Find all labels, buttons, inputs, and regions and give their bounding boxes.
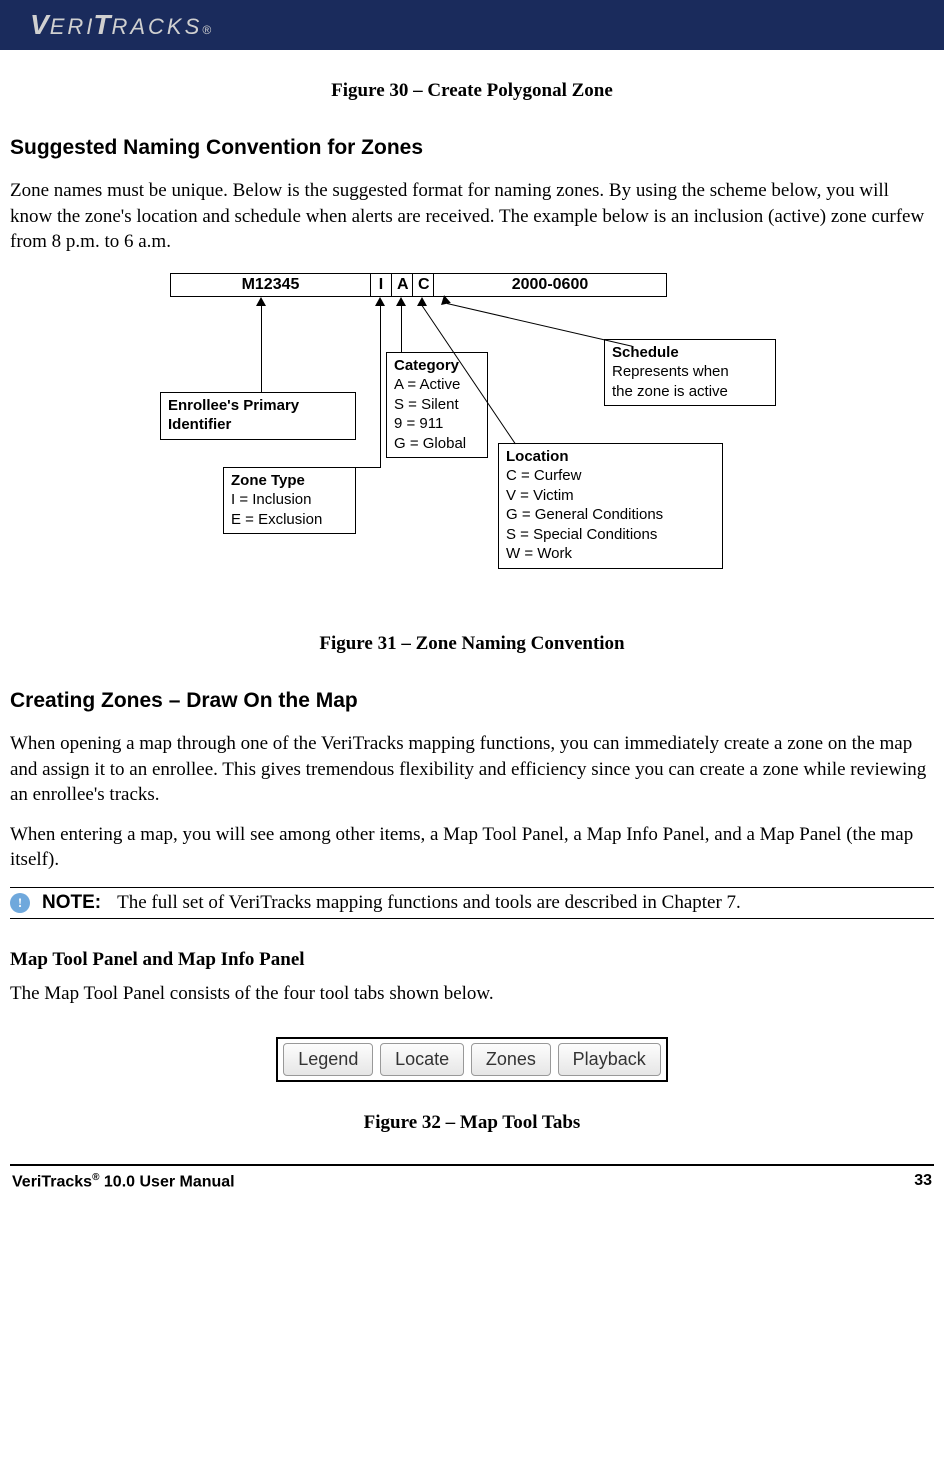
callout-enrollee: Enrollee's Primary Identifier <box>160 392 356 440</box>
section-creating-heading: Creating Zones – Draw On the Map <box>10 689 934 713</box>
cell-category: A <box>391 273 412 297</box>
zone-naming-diagram: M12345 I A C 2000-0600 Enrollee's Primar… <box>10 273 934 603</box>
footer-left: VeriTracks® 10.0 User Manual <box>12 1172 235 1191</box>
callout-zone-type: Zone Type I = Inclusion E = Exclusion <box>223 467 356 535</box>
naming-paragraph: Zone names must be unique. Below is the … <box>10 178 934 255</box>
tab-playback[interactable]: Playback <box>558 1043 661 1076</box>
note-label: NOTE: <box>42 892 101 914</box>
footer-page-number: 33 <box>914 1172 932 1191</box>
callout-category: Category A = Active S = Silent 9 = 911 G… <box>386 352 488 459</box>
callout-schedule: Schedule Represents when the zone is act… <box>604 339 776 407</box>
subsection-para: The Map Tool Panel consists of the four … <box>10 981 934 1007</box>
creating-p2: When entering a map, you will see among … <box>10 822 934 873</box>
note-text: The full set of VeriTracks mapping funct… <box>117 892 741 914</box>
app-header: VERITRACKS® <box>0 0 944 50</box>
subsection-heading: Map Tool Panel and Map Info Panel <box>10 949 934 971</box>
tab-zones[interactable]: Zones <box>471 1043 551 1076</box>
page-footer: VeriTracks® 10.0 User Manual 33 <box>10 1164 934 1191</box>
figure-32-caption: Figure 32 – Map Tool Tabs <box>10 1112 934 1134</box>
cell-schedule: 2000-0600 <box>433 273 667 297</box>
note-block: ! NOTE: The full set of VeriTracks mappi… <box>10 887 934 919</box>
figure-30-caption: Figure 30 – Create Polygonal Zone <box>10 80 934 102</box>
creating-p1: When opening a map through one of the Ve… <box>10 731 934 808</box>
section-naming-heading: Suggested Naming Convention for Zones <box>10 136 934 160</box>
brand-logo: VERITRACKS® <box>30 9 214 41</box>
map-tool-tabs-figure: Legend Locate Zones Playback <box>10 1037 934 1082</box>
info-icon: ! <box>10 893 30 913</box>
tab-locate[interactable]: Locate <box>380 1043 464 1076</box>
callout-location: Location C = Curfew V = Victim G = Gener… <box>498 443 723 569</box>
cell-zone-type: I <box>370 273 391 297</box>
figure-31-caption: Figure 31 – Zone Naming Convention <box>10 633 934 655</box>
tab-legend[interactable]: Legend <box>283 1043 373 1076</box>
cell-location: C <box>412 273 433 297</box>
cell-enrollee-id: M12345 <box>170 273 370 297</box>
